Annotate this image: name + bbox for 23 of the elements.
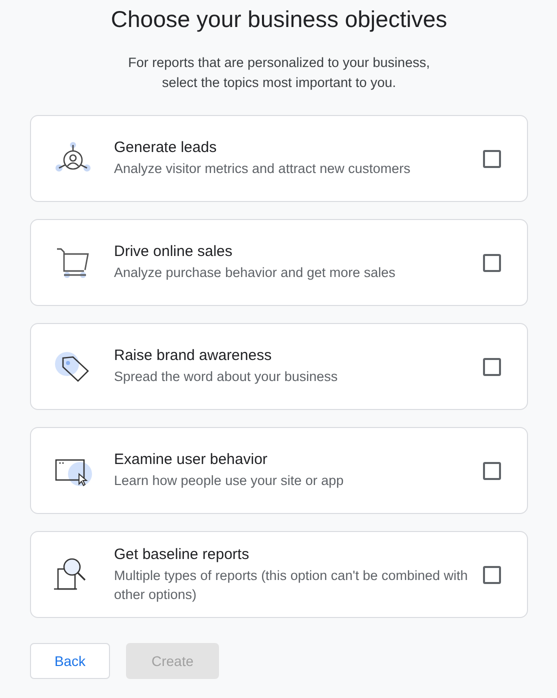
objective-card[interactable]: Examine user behavior Learn how people use your site or app xyxy=(30,427,528,514)
checkbox[interactable] xyxy=(483,150,501,168)
objective-description: Analyze purchase behavior and get more sales xyxy=(114,264,396,282)
objective-description: Analyze visitor metrics and attract new customers xyxy=(114,160,412,178)
objective-card[interactable]: Get baseline reports Multiple types of reports (this option can't be combined with other options) xyxy=(30,531,528,618)
objective-title: Raise brand awareness xyxy=(114,347,273,364)
objective-card[interactable]: Raise brand awareness Spread the word about your business xyxy=(30,323,528,410)
checkbox[interactable] xyxy=(483,254,501,272)
checkbox[interactable] xyxy=(483,358,501,376)
page-title: Choose your business objectives xyxy=(110,5,448,34)
objective-title: Get baseline reports xyxy=(114,546,250,562)
objective-card[interactable]: Generate leads Analyze visitor metrics and attract new customers xyxy=(30,115,528,202)
subtitle: For reports that are personalized to your business, select the topics most important to you. xyxy=(127,54,431,92)
objective-description: Spread the word about your business xyxy=(114,368,339,386)
objective-card[interactable]: Drive online sales Analyze purchase behavior and get more sales xyxy=(30,219,528,306)
objective-title: Examine user behavior xyxy=(114,451,268,468)
checkbox[interactable] xyxy=(483,566,501,584)
objective-title: Drive online sales xyxy=(114,243,234,260)
objective-description: Learn how people use your site or app xyxy=(114,472,345,490)
checkbox[interactable] xyxy=(483,462,501,480)
back-button[interactable]: Back xyxy=(30,643,110,679)
objective-title: Generate leads xyxy=(114,139,218,156)
objective-description: Multiple types of reports (this option can't be combined with other options) xyxy=(114,566,469,604)
